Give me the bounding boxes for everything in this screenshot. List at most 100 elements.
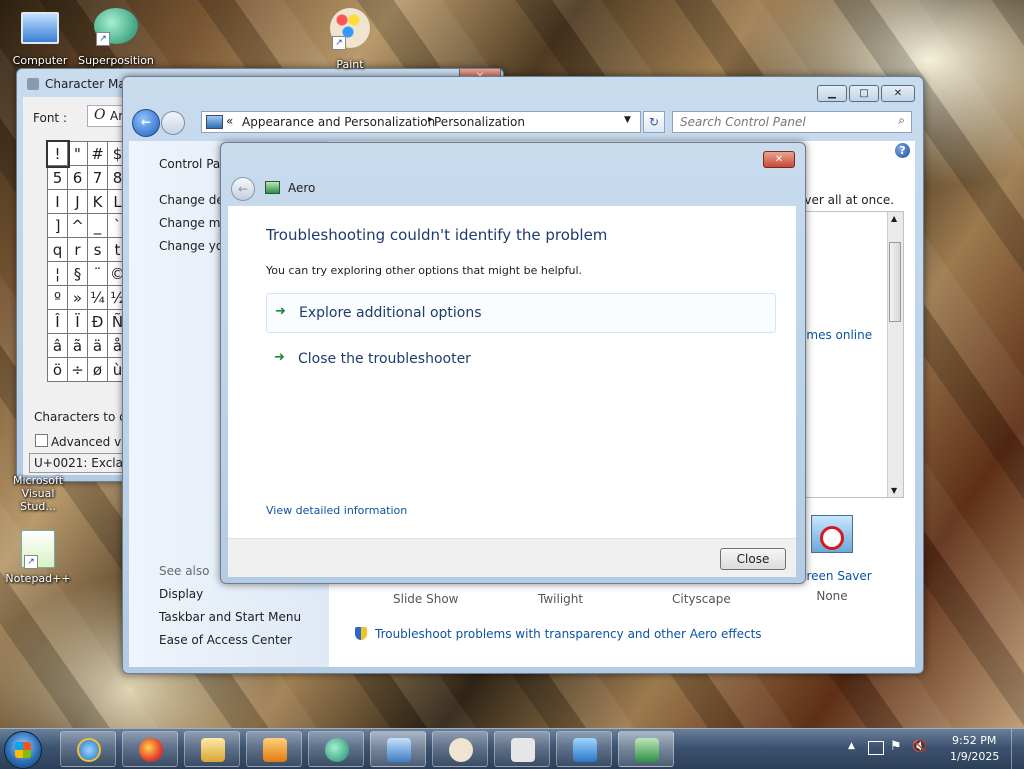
clock-date[interactable]: 1/9/2025 — [950, 750, 999, 763]
action-center-flag-icon[interactable]: ⚑ — [890, 739, 902, 754]
character-cell[interactable]: ! — [45, 139, 70, 168]
character-cell[interactable]: â — [47, 333, 68, 358]
character-cell[interactable]: ¨ — [87, 261, 108, 286]
character-cell[interactable]: ¼ — [87, 285, 108, 310]
character-grid-row: qrst — [47, 237, 128, 262]
character-cell[interactable]: ] — [47, 213, 68, 238]
desktop-icon-computer[interactable]: Computer — [2, 8, 78, 67]
explore-additional-options-button[interactable]: ➜ Explore additional options — [266, 293, 776, 333]
forward-button[interactable] — [161, 111, 185, 135]
troubleshooter-close-x-button[interactable]: ✕ — [763, 151, 795, 168]
refresh-button[interactable]: ↻ — [643, 111, 665, 133]
troubleshooter-icon — [265, 181, 280, 194]
maximize-button[interactable]: □ — [849, 85, 879, 102]
desktop-icon-superposition[interactable]: ↗ Superposition — [78, 8, 154, 67]
close-button[interactable]: Close — [720, 548, 786, 570]
desktop-icon-paint[interactable]: ↗ Paint — [312, 8, 388, 71]
scroll-down-icon[interactable]: ▼ — [891, 486, 897, 495]
character-cell[interactable]: Î — [47, 309, 68, 334]
character-grid-row: IJKL — [47, 189, 128, 214]
taskbar-troubleshooter[interactable] — [618, 731, 674, 767]
character-cell[interactable]: Ï — [67, 309, 88, 334]
troubleshooter-dialog: ✕ ← Aero Troubleshooting couldn't identi… — [220, 142, 806, 584]
character-cell[interactable]: 5 — [47, 165, 68, 190]
start-button[interactable] — [4, 731, 42, 769]
taskbar-file-explorer[interactable] — [184, 731, 240, 767]
taskbar-media-player[interactable] — [246, 731, 302, 767]
desktop-icon-label: Microsoft Visual Stud... — [12, 474, 64, 513]
volume-muted-icon[interactable]: 🔇 — [912, 739, 927, 753]
close-troubleshooter-button[interactable]: ➜ Close the troubleshooter — [266, 340, 774, 378]
character-cell[interactable]: K — [87, 189, 108, 214]
character-cell[interactable]: s — [87, 237, 108, 262]
see-also-ease-of-access[interactable]: Ease of Access Center — [159, 633, 292, 647]
themes-scrollbar[interactable]: ▲ ▼ — [887, 212, 903, 497]
character-cell[interactable]: # — [87, 141, 108, 166]
scroll-thumb[interactable] — [889, 242, 901, 322]
character-cell[interactable]: q — [47, 237, 68, 262]
view-detailed-information-link[interactable]: View detailed information — [266, 504, 407, 517]
scroll-up-icon[interactable]: ▲ — [891, 214, 897, 223]
character-cell[interactable]: º — [47, 285, 68, 310]
character-cell[interactable]: § — [67, 261, 88, 286]
breadcrumb-parent[interactable]: Appearance and Personalization — [242, 115, 435, 129]
troubleshooter-heading: Troubleshooting couldn't identify the pr… — [266, 226, 608, 244]
troubleshoot-aero-link[interactable]: Troubleshoot problems with transparency … — [375, 627, 762, 641]
see-also-taskbar[interactable]: Taskbar and Start Menu — [159, 610, 301, 624]
character-cell[interactable]: ä — [87, 333, 108, 358]
help-icon[interactable]: ? — [895, 143, 910, 158]
charmap-title: Character Map — [45, 77, 134, 91]
character-cell[interactable]: r — [67, 237, 88, 262]
font-label: Font : — [33, 111, 67, 125]
taskbar-character-map[interactable] — [494, 731, 550, 767]
character-cell[interactable]: ¦ — [47, 261, 68, 286]
desktop-icon-notepadpp[interactable]: ↗ Notepad++ — [0, 530, 76, 585]
taskbar-remote-app[interactable] — [556, 731, 612, 767]
system-tray: ▲ ⚑ 🔇 9:52 PM 1/9/2025 — [834, 729, 1024, 769]
shield-icon — [355, 627, 367, 640]
desktop-icon-label: Paint — [336, 58, 364, 71]
search-box[interactable]: Search Control Panel ⌕ — [672, 111, 912, 133]
character-cell[interactable]: ö — [47, 357, 68, 382]
clock-time[interactable]: 9:52 PM — [952, 734, 996, 747]
back-button[interactable]: ← — [132, 109, 160, 137]
character-cell[interactable]: ã — [67, 333, 88, 358]
taskbar-control-panel[interactable] — [370, 731, 426, 767]
breadcrumb-current[interactable]: Personalization — [434, 115, 525, 129]
taskbar-internet-explorer[interactable] — [60, 731, 116, 767]
taskbar-firefox[interactable] — [122, 731, 178, 767]
green-arrow-icon: ➜ — [274, 350, 285, 365]
network-icon[interactable] — [868, 741, 884, 755]
screen-saver-value: None — [816, 589, 848, 603]
character-cell[interactable]: ø — [87, 357, 108, 382]
character-cell[interactable]: _ — [87, 213, 108, 238]
character-cell[interactable]: ^ — [67, 213, 88, 238]
troubleshooter-subtitle: You can try exploring other options that… — [266, 264, 583, 277]
character-cell[interactable]: » — [67, 285, 88, 310]
firefox-icon — [139, 738, 163, 762]
troubleshooter-title: Aero — [288, 181, 316, 195]
character-cell[interactable]: Ð — [87, 309, 108, 334]
address-bar[interactable]: « Appearance and Personalization ▸ Perso… — [201, 111, 641, 133]
taskbar-superposition[interactable] — [308, 731, 364, 767]
address-dropdown-icon[interactable]: ▼ — [624, 115, 631, 125]
character-cell[interactable]: ÷ — [67, 357, 88, 382]
paint-palette-icon: ↗ — [330, 8, 370, 50]
minimize-button[interactable]: ▁ — [817, 85, 847, 102]
bottom-label-slide-show: Slide Show — [393, 592, 459, 606]
troubleshooter-back-button[interactable]: ← — [231, 177, 255, 201]
close-button[interactable]: ✕ — [881, 85, 915, 102]
character-cell[interactable]: 6 — [67, 165, 88, 190]
character-cell[interactable]: " — [67, 141, 88, 166]
character-cell[interactable]: J — [67, 189, 88, 214]
character-map-icon — [511, 738, 535, 762]
desktop-icon-visual-studio[interactable]: Microsoft Visual Stud... — [0, 474, 76, 513]
character-cell[interactable]: I — [47, 189, 68, 214]
character-cell[interactable]: 7 — [87, 165, 108, 190]
get-more-themes-link[interactable]: emes online — [799, 328, 872, 342]
advanced-view-checkbox[interactable] — [35, 434, 48, 447]
see-also-display[interactable]: Display — [159, 587, 203, 601]
taskbar-paint[interactable] — [432, 731, 488, 767]
show-desktop-button[interactable] — [1011, 729, 1024, 769]
show-hidden-icons-button[interactable]: ▲ — [848, 741, 855, 751]
